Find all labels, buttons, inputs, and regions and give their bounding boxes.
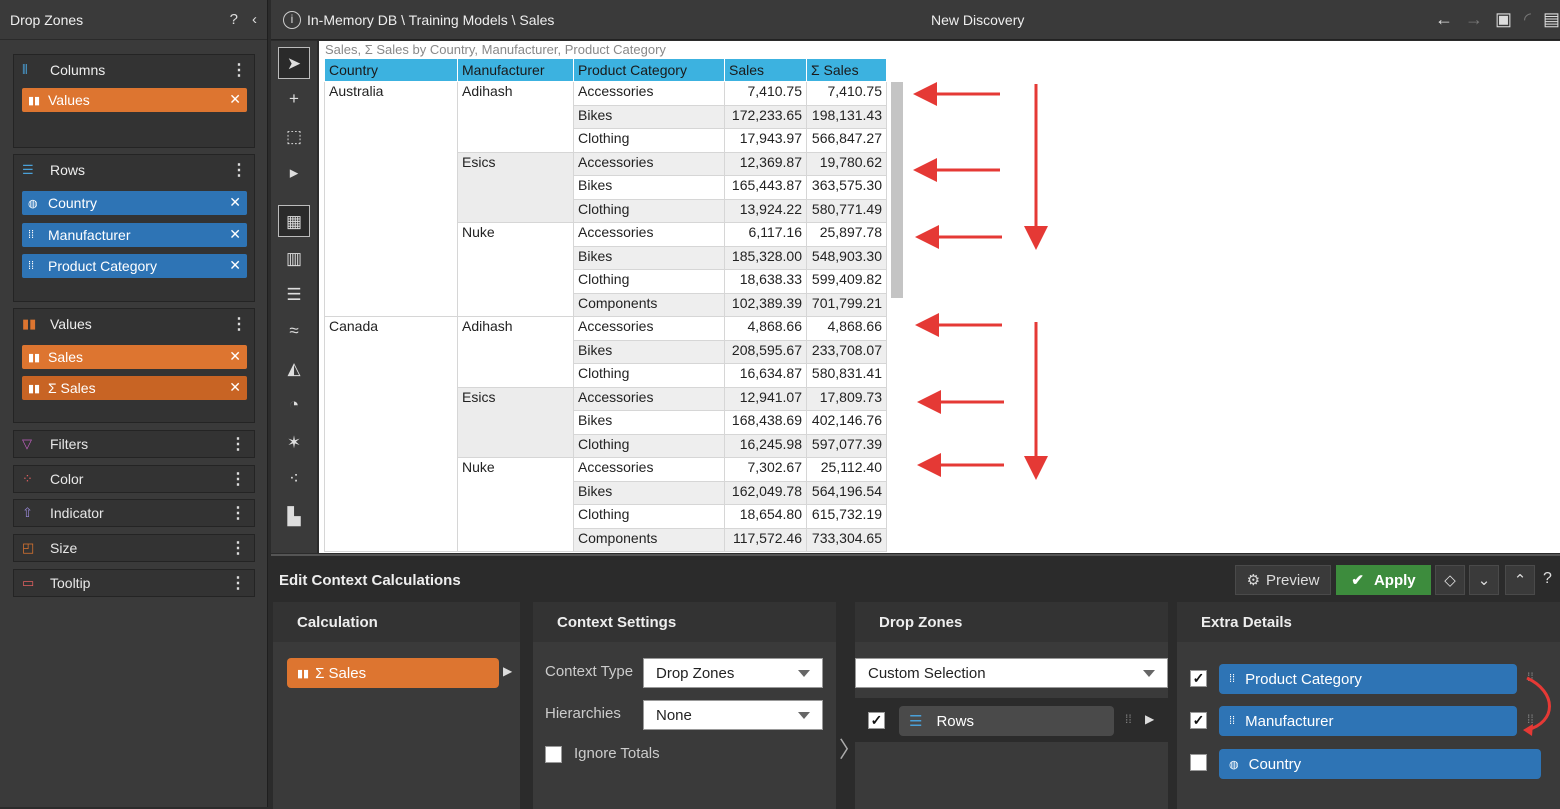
- hierarchies-select[interactable]: None: [643, 700, 823, 730]
- chevron-down-icon: [798, 670, 810, 677]
- chevron-down-icon: [1143, 670, 1155, 677]
- context-settings-header: Context Settings: [533, 602, 836, 642]
- manufacturer-checkbox[interactable]: ✓: [1190, 712, 1207, 729]
- hierarchy-icon: ⁞⁞: [1229, 673, 1236, 685]
- panel-title: Edit Context Calculations: [279, 572, 461, 589]
- bar-chart-icon: ▮▮: [297, 667, 310, 680]
- chevron-right-icon[interactable]: ▶: [1145, 712, 1154, 726]
- swap-arrow: [1523, 676, 1551, 736]
- chevron-up-icon: ⌃: [1513, 572, 1527, 589]
- help-icon[interactable]: ?: [1543, 570, 1552, 588]
- preview-button[interactable]: ⚙ Preview: [1235, 565, 1331, 595]
- globe-icon: ◍: [1229, 758, 1239, 771]
- chevron-down-icon: ⌄: [1477, 572, 1491, 589]
- product-category-checkbox[interactable]: ✓: [1190, 670, 1207, 687]
- ignore-totals-label: Ignore Totals: [574, 745, 660, 762]
- ignore-totals-checkbox[interactable]: [545, 746, 562, 763]
- context-settings-panel: Context Settings Context Type Drop Zones…: [533, 602, 836, 809]
- extra-details-panel: Extra Details ✓ ⁞⁞ Product Category ⁞⁞ ✓ …: [1177, 602, 1560, 809]
- extra-product-category[interactable]: ⁞⁞ Product Category: [1219, 664, 1517, 694]
- chevron-right-icon: ▶: [503, 664, 513, 678]
- edit-context-calculations-panel: Edit Context Calculations ⚙ Preview ✔ Appl…: [271, 554, 1560, 809]
- drag-handle-icon[interactable]: ⁞⁞: [1125, 712, 1132, 726]
- hierarchy-icon: ⁞⁞: [1229, 715, 1236, 727]
- hierarchies-label: Hierarchies: [545, 705, 621, 722]
- rows-checkbox[interactable]: ✓: [868, 712, 885, 729]
- diamond-button[interactable]: ◇: [1435, 565, 1465, 595]
- calculation-panel: Calculation ▮▮ Σ Sales ▶: [273, 602, 520, 809]
- preview-icon: ⚙: [1246, 572, 1261, 589]
- drop-zones-selection-panel: Drop Zones Custom Selection ✓ ☰ Rows ⁞⁞ ▶: [855, 602, 1168, 809]
- extra-manufacturer[interactable]: ⁞⁞ Manufacturer: [1219, 706, 1517, 736]
- expand-down-button[interactable]: ⌄: [1469, 565, 1499, 595]
- extra-details-header: Extra Details: [1177, 602, 1560, 642]
- expand-up-button[interactable]: ⌃: [1505, 565, 1535, 595]
- context-type-select[interactable]: Drop Zones: [643, 658, 823, 688]
- chevron-down-icon: [798, 712, 810, 719]
- country-checkbox[interactable]: [1190, 754, 1207, 771]
- drop-zones-selection-header: Drop Zones: [855, 602, 1168, 642]
- rows-icon: ☰: [909, 713, 923, 730]
- check-icon: ✔: [1351, 572, 1364, 589]
- selection-select[interactable]: Custom Selection: [855, 658, 1168, 688]
- calculation-item[interactable]: ▮▮ Σ Sales: [287, 658, 499, 688]
- rows-item[interactable]: ☰ Rows: [899, 706, 1114, 736]
- apply-button[interactable]: ✔ Apply: [1336, 565, 1431, 595]
- context-type-label: Context Type: [545, 663, 634, 680]
- diamond-icon: ◇: [1444, 572, 1456, 589]
- extra-country[interactable]: ◍ Country: [1219, 749, 1541, 779]
- calculation-header: Calculation: [273, 602, 520, 642]
